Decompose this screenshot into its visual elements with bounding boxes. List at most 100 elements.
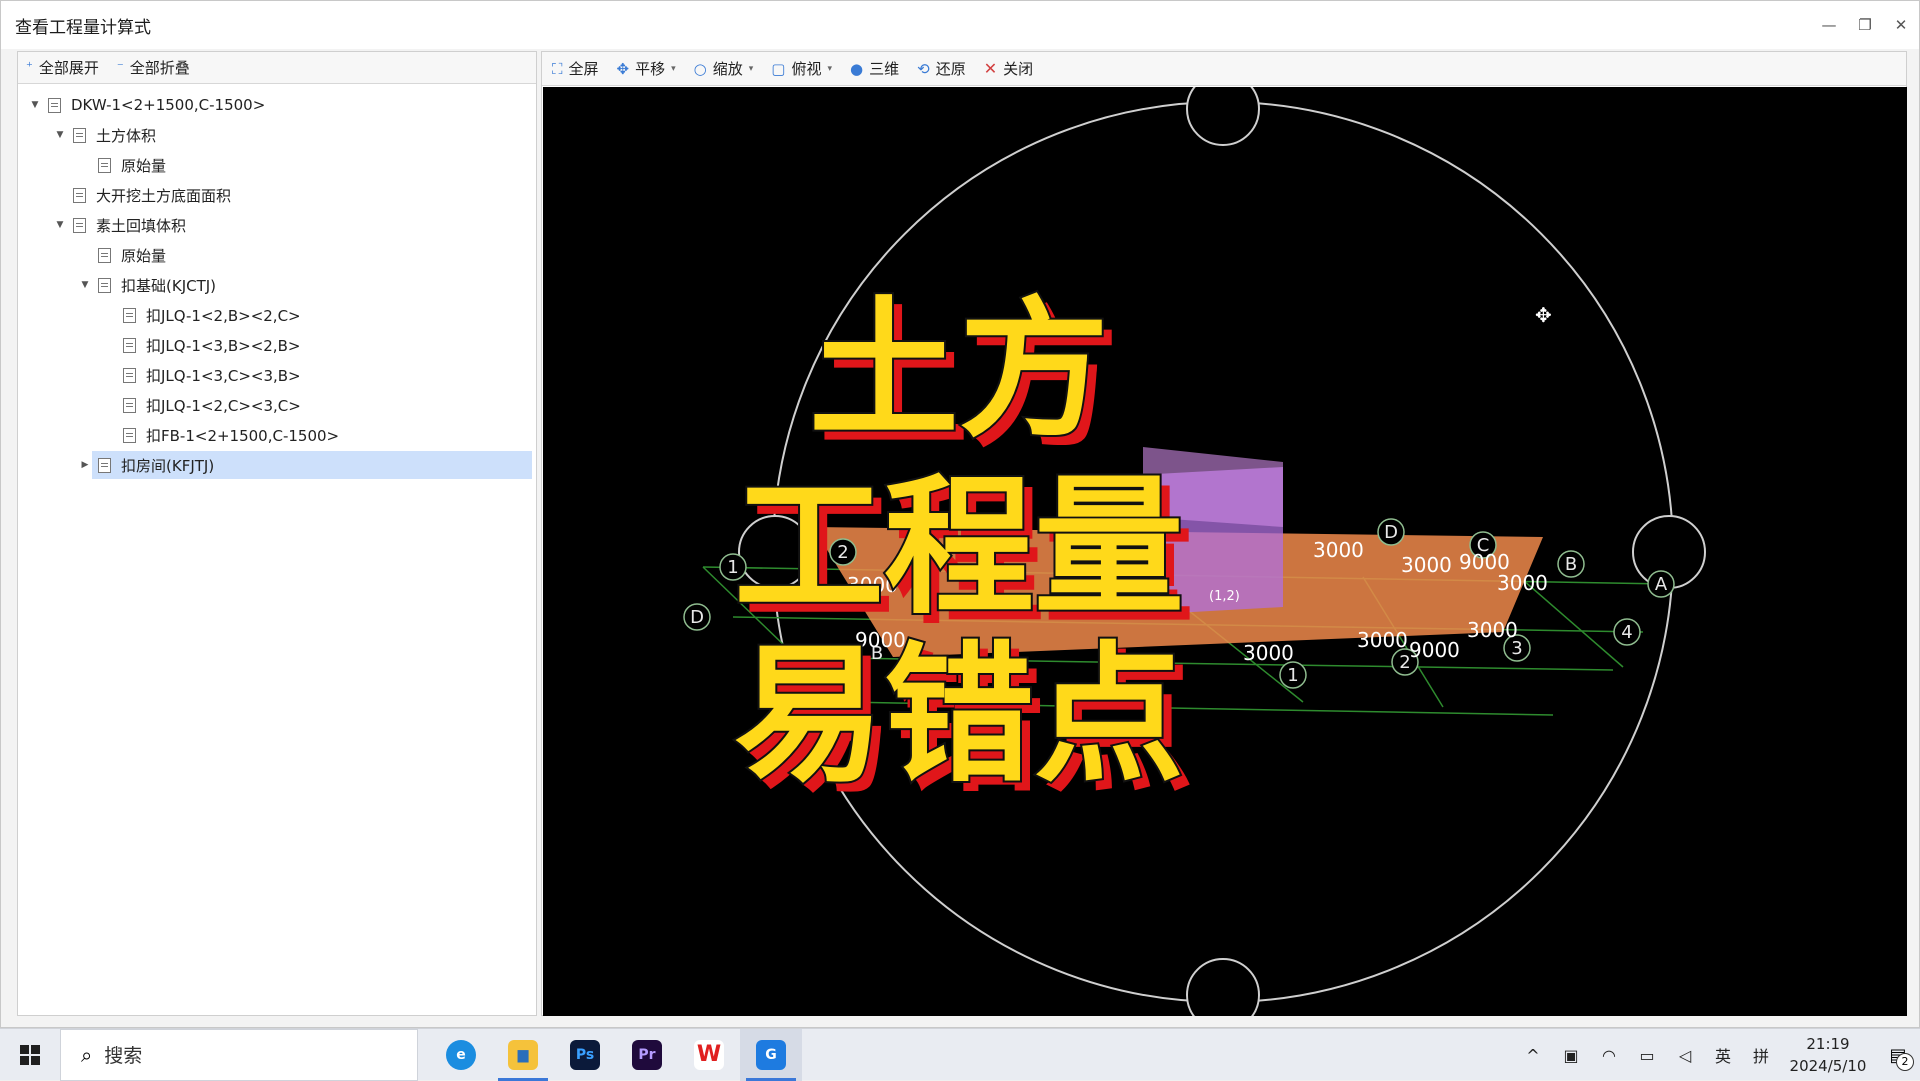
restore-button[interactable]: ❐ bbox=[1847, 1, 1883, 49]
clock[interactable]: 21:19 2024/5/10 bbox=[1780, 1033, 1876, 1077]
tree-node[interactable]: ▼ 素土回填体积 bbox=[18, 210, 536, 240]
pan-cursor-icon: ✥ bbox=[1535, 303, 1552, 327]
document-icon bbox=[73, 217, 86, 233]
premiere-icon: Pr bbox=[632, 1039, 662, 1070]
axis-label: A bbox=[1655, 574, 1668, 595]
close-view-button[interactable]: ✕ 关闭 bbox=[984, 58, 1033, 79]
tree-node-label: 扣FB-1<2+1500,C-1500> bbox=[146, 426, 340, 445]
ime-language[interactable]: 英 bbox=[1704, 1029, 1742, 1081]
document-icon bbox=[98, 247, 111, 263]
tree-node-label: 原始量 bbox=[121, 156, 167, 175]
notification-button[interactable]: ▤ 2 bbox=[1876, 1029, 1920, 1081]
expand-all-button[interactable]: ⁺ 全部展开 bbox=[26, 57, 99, 78]
document-icon bbox=[98, 457, 111, 473]
axis-label: 4 bbox=[1621, 622, 1632, 643]
fullscreen-label: 全屏 bbox=[568, 60, 599, 78]
battery-icon[interactable]: ▭ bbox=[1628, 1029, 1666, 1081]
system-tray: ^ ▣ ◠ ▭ ◁ 英 拼 21:19 2024/5/10 ▤ 2 bbox=[1514, 1029, 1920, 1081]
restore-view-button[interactable]: ⟲ 还原 bbox=[917, 58, 966, 79]
edge-icon: e bbox=[446, 1039, 476, 1070]
fullscreen-button[interactable]: ⛶ 全屏 bbox=[552, 58, 599, 79]
tree-expand-toggle-icon[interactable]: ▼ bbox=[53, 220, 67, 230]
search-icon: ⌕ bbox=[81, 1042, 93, 1067]
tree-node[interactable]: ▼ 土方体积 bbox=[18, 120, 536, 150]
premiere-app[interactable]: Pr bbox=[616, 1029, 678, 1081]
tree-node[interactable]: 大开挖土方底面面积 bbox=[18, 180, 536, 210]
wps-icon: W bbox=[694, 1039, 724, 1070]
zoom-icon: ○ bbox=[693, 59, 707, 78]
notification-count: 2 bbox=[1896, 1053, 1914, 1071]
tree-node[interactable]: 扣JLQ-1<2,B><2,C> bbox=[18, 300, 536, 330]
edge-app[interactable]: e bbox=[430, 1029, 492, 1081]
tree-node[interactable]: ▼ 扣基础(KJCTJ) bbox=[18, 270, 536, 300]
tree-expand-toggle-icon[interactable]: ▼ bbox=[53, 130, 67, 140]
tree-node[interactable]: ▼ DKW-1<2+1500,C-1500> bbox=[18, 90, 536, 120]
3d-viewport[interactable]: 1 D 2 D C B A 4 3 2 1 B 3000 3000 9000 3… bbox=[543, 87, 1907, 1016]
document-icon bbox=[123, 337, 136, 353]
collapse-all-button[interactable]: ⁻ 全部折叠 bbox=[117, 57, 190, 78]
clock-time: 21:19 bbox=[1806, 1035, 1850, 1053]
document-icon bbox=[123, 397, 136, 413]
tree-expand-toggle-icon[interactable]: ▼ bbox=[78, 280, 92, 290]
window-controls: — ❐ ✕ bbox=[1811, 1, 1919, 49]
document-icon bbox=[98, 277, 111, 293]
taskbar: ⌕ 搜索 e ▆ Ps Pr W G ^ ▣ ◠ ▭ ◁ 英 拼 21:19 2… bbox=[0, 1028, 1920, 1081]
tree-node[interactable]: 扣JLQ-1<2,C><3,C> bbox=[18, 390, 536, 420]
axis-label: D bbox=[690, 607, 704, 628]
fullscreen-icon: ⛶ bbox=[552, 59, 563, 78]
explorer-app[interactable]: ▆ bbox=[492, 1029, 554, 1081]
volume-icon[interactable]: ◁ bbox=[1666, 1029, 1704, 1081]
tree-toolbar: ⁺ 全部展开 ⁻ 全部折叠 bbox=[18, 52, 536, 84]
tree-expand-toggle-icon[interactable]: ▶ bbox=[78, 460, 92, 470]
axis-label: D bbox=[1384, 522, 1398, 543]
taskbar-search[interactable]: ⌕ 搜索 bbox=[60, 1028, 418, 1081]
photoshop-app[interactable]: Ps bbox=[554, 1029, 616, 1081]
document-icon bbox=[123, 367, 136, 383]
tree-node[interactable]: 原始量 bbox=[18, 240, 536, 270]
start-button[interactable] bbox=[0, 1029, 60, 1081]
tree-node[interactable]: 扣JLQ-1<3,B><2,B> bbox=[18, 330, 536, 360]
tree-node-label: 扣基础(KJCTJ) bbox=[121, 276, 217, 295]
chevron-up-icon[interactable]: ^ bbox=[1514, 1029, 1552, 1081]
chevron-down-icon[interactable]: ▾ bbox=[671, 64, 676, 74]
tree-node-label: 大开挖土方底面面积 bbox=[96, 186, 232, 205]
tree-node[interactable]: 原始量 bbox=[18, 150, 536, 180]
tree-node-label: 扣JLQ-1<3,C><3,B> bbox=[146, 366, 301, 385]
close-button[interactable]: ✕ bbox=[1883, 1, 1919, 49]
pan-button[interactable]: ✥ 平移 ▾ bbox=[617, 58, 676, 79]
document-icon bbox=[123, 307, 136, 323]
gtj-app[interactable]: G bbox=[740, 1028, 802, 1081]
ime-mode[interactable]: 拼 bbox=[1742, 1029, 1780, 1081]
orbit-handle-bottom[interactable] bbox=[1186, 958, 1260, 1016]
overlay-caption: 土方 土方 工程量 工程量 易错点 易错点 bbox=[732, 282, 1194, 813]
dim-label: 3000 bbox=[1467, 618, 1518, 642]
chevron-down-icon[interactable]: ▾ bbox=[828, 64, 833, 74]
tree-node[interactable]: 扣FB-1<2+1500,C-1500> bbox=[18, 420, 536, 450]
device-icon[interactable]: ▣ bbox=[1552, 1029, 1590, 1081]
tree-node-label: 扣JLQ-1<2,B><2,C> bbox=[146, 306, 301, 325]
chevron-down-icon[interactable]: ▾ bbox=[749, 64, 754, 74]
gtj-icon: G bbox=[756, 1039, 786, 1070]
zoom-button[interactable]: ○ 缩放 ▾ bbox=[694, 58, 754, 79]
orbit-handle-top[interactable] bbox=[1186, 87, 1260, 146]
dim-label: 3000 bbox=[1357, 628, 1408, 652]
tree-node-label: 原始量 bbox=[121, 246, 167, 265]
3d-scene[interactable]: 1 D 2 D C B A 4 3 2 1 B 3000 3000 9000 3… bbox=[543, 87, 1907, 1016]
tree-node-selected[interactable]: ▶ 扣房间(KFJTJ) bbox=[18, 450, 536, 480]
clock-date: 2024/5/10 bbox=[1789, 1057, 1867, 1075]
tree-node-label: 土方体积 bbox=[96, 126, 157, 145]
tree-expand-toggle-icon[interactable]: ▼ bbox=[28, 100, 42, 110]
view-toolbar: ⛶ 全屏 ✥ 平移 ▾ ○ 缩放 ▾ ▢ 俯视 ▾ ● 三维 ⟲ 还原 ✕ 关闭 bbox=[542, 52, 1906, 86]
minimize-button[interactable]: — bbox=[1811, 1, 1847, 49]
tree-node[interactable]: 扣JLQ-1<3,C><3,B> bbox=[18, 360, 536, 390]
top-view-button[interactable]: ▢ 俯视 ▾ bbox=[771, 58, 832, 79]
3d-view-button[interactable]: ● 三维 bbox=[850, 58, 899, 79]
dim-label: 3000 bbox=[1313, 538, 1364, 562]
collapse-icon: ⁻ bbox=[116, 60, 124, 75]
close-view-label: 关闭 bbox=[1003, 60, 1034, 78]
overlay-line3: 易错点 bbox=[734, 629, 1184, 803]
dim-label: 3000 bbox=[1401, 553, 1452, 577]
wifi-icon[interactable]: ◠ bbox=[1590, 1029, 1628, 1081]
top-view-label: 俯视 bbox=[791, 60, 822, 78]
wps-app[interactable]: W bbox=[678, 1029, 740, 1081]
